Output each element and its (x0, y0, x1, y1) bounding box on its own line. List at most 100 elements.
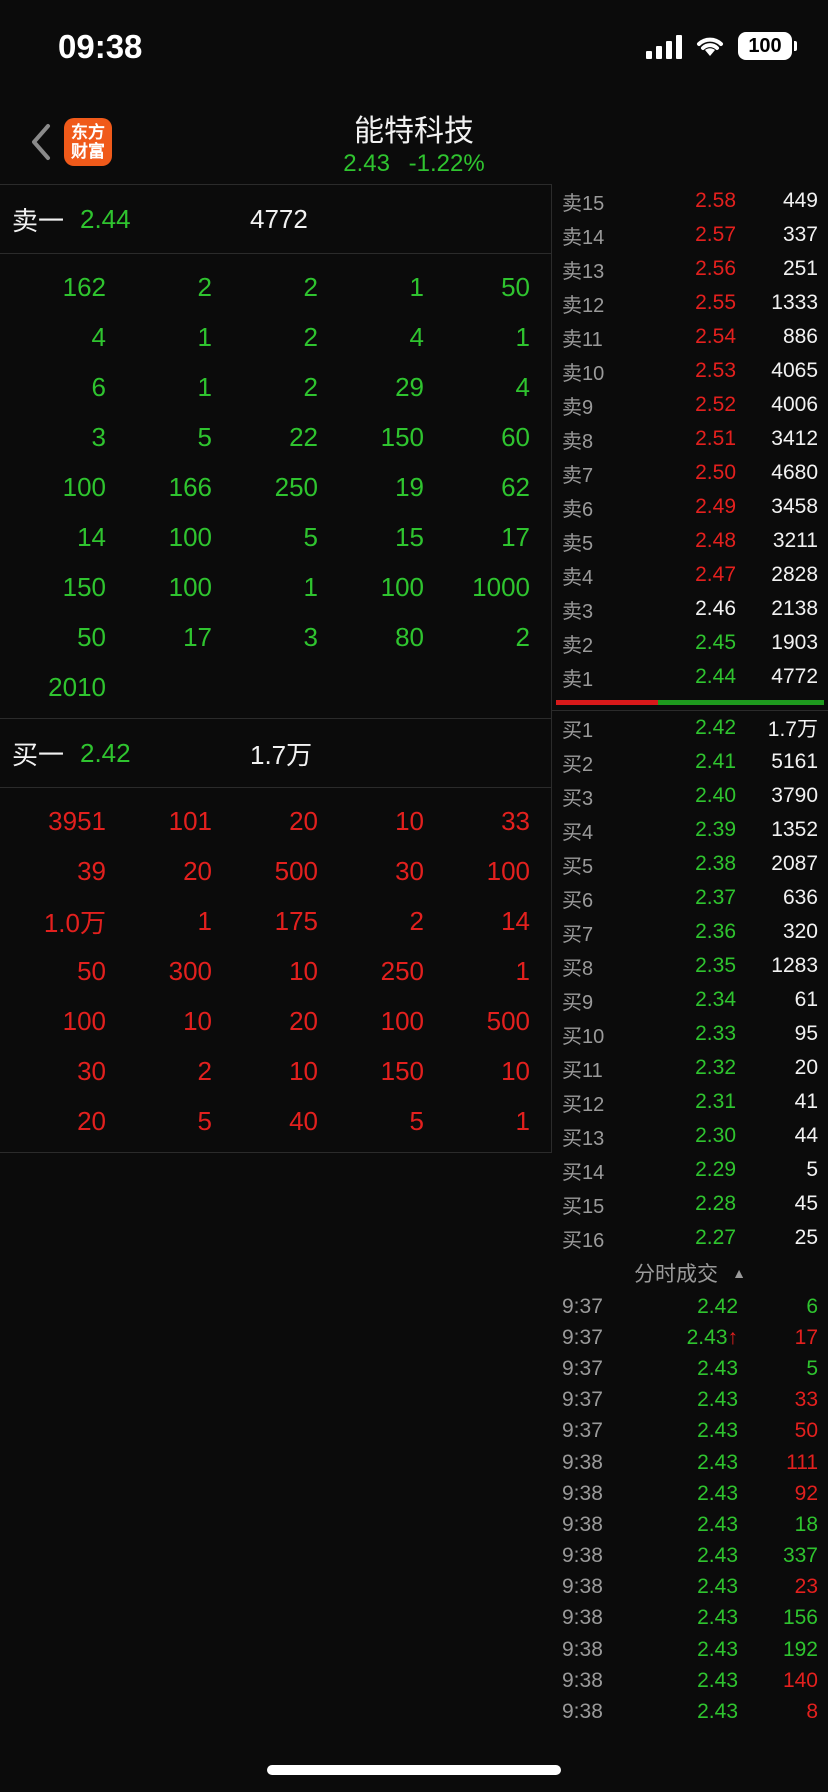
bid-level-row: 买16 2.27 25 (552, 1221, 828, 1255)
ask-level-label: 卖8 (562, 430, 594, 453)
ask-order-cell: 17 (501, 521, 530, 552)
bid-level-volume: 5 (806, 1158, 818, 1181)
ask-level-volume: 3412 (771, 427, 818, 450)
ask-order-row: 50 17 3 80 2 (0, 612, 551, 662)
bid1-volume: 1.7万 (250, 739, 313, 770)
tick-price: 2.43 (697, 1450, 738, 1474)
bid-ask-ratio-bar (552, 696, 828, 708)
bid-order-cell: 20 (77, 1105, 106, 1136)
ticks-toggle[interactable]: 分时成交 ▲ (552, 1255, 828, 1291)
bid-level-price: 2.28 (695, 1192, 736, 1215)
ask-order-cell: 2010 (48, 671, 106, 702)
ask-level-price: 2.46 (695, 597, 736, 620)
tick-row: 9:37 2.43 50 (552, 1416, 828, 1447)
ask-order-cell: 22 (289, 421, 318, 452)
bid-level-price: 2.36 (695, 920, 736, 943)
bid-level-label: 买1 (562, 719, 594, 742)
bid-order-row: 20 5 40 5 1 (0, 1096, 551, 1146)
tick-time: 9:38 (562, 1637, 603, 1661)
ask-level-price: 2.50 (695, 461, 736, 484)
tick-row: 9:37 2.43 5 (552, 1353, 828, 1384)
ask-order-cell: 19 (395, 471, 424, 502)
bid-order-cell: 500 (274, 855, 318, 886)
bid-order-cell: 2 (197, 1055, 212, 1086)
ask-level-volume: 4772 (771, 665, 818, 688)
ask-level-row: 卖15 2.58 449 (552, 184, 828, 218)
tick-price: 2.43 (697, 1356, 738, 1380)
ask-order-cell: 3 (303, 621, 318, 652)
bid-order-cell: 2 (409, 905, 424, 936)
ask-level-price: 2.49 (695, 495, 736, 518)
tick-time: 9:38 (562, 1481, 603, 1505)
bid-order-cell: 1 (197, 905, 212, 936)
bid-order-cell: 500 (486, 1005, 530, 1036)
app-logo[interactable]: 东方 财富 (64, 118, 112, 166)
bid1-label: 买一 (12, 739, 65, 770)
tick-price: 2.43 (697, 1388, 738, 1412)
ask-level-row: 卖2 2.45 1903 (552, 626, 828, 660)
ask-order-cell: 1 (197, 371, 212, 402)
ask-order-cell: 15 (395, 521, 424, 552)
tick-time: 9:38 (562, 1450, 603, 1474)
bid-level-row: 买11 2.32 20 (552, 1051, 828, 1085)
ask-level-label: 卖6 (562, 498, 594, 521)
ask-order-row: 150 100 1 100 1000 (0, 562, 551, 612)
bid-level-row: 买10 2.33 95 (552, 1017, 828, 1051)
bid-order-cell: 14 (501, 905, 530, 936)
ask-order-cell: 250 (274, 471, 318, 502)
bid-level-volume: 61 (794, 988, 818, 1011)
bid1-summary: 买一 2.42 1.7万 (0, 719, 552, 788)
tick-price: 2.43 (697, 1512, 738, 1536)
bid-level-volume: 3790 (771, 784, 818, 807)
tick-price: 2.43 (697, 1419, 738, 1443)
ask-level-row: 卖9 2.52 4006 (552, 388, 828, 422)
ask-order-cell: 60 (501, 421, 530, 452)
tick-price: 2.42 (697, 1294, 738, 1318)
tick-price: 2.43↑ (648, 1326, 748, 1350)
ask-order-cell: 4 (91, 321, 106, 352)
bid-order-cell: 100 (486, 855, 530, 886)
ask-level-row: 卖5 2.48 3211 (552, 524, 828, 558)
home-indicator[interactable] (267, 1765, 561, 1775)
ask-order-cell: 5 (303, 521, 318, 552)
bid-level-row: 买14 2.29 5 (552, 1153, 828, 1187)
ask-order-cell: 1 (515, 321, 530, 352)
bid-level-row: 买3 2.40 3790 (552, 779, 828, 813)
tick-time: 9:37 (562, 1356, 603, 1380)
bid-level-volume: 25 (794, 1226, 818, 1249)
ask-order-cell: 166 (168, 471, 212, 502)
back-arrow-icon[interactable] (22, 120, 62, 164)
bid-level-label: 买16 (562, 1229, 605, 1252)
ask-level-row: 卖7 2.50 4680 (552, 456, 828, 490)
ask-level-row: 卖12 2.55 1333 (552, 286, 828, 320)
bid-level-price: 2.29 (695, 1158, 736, 1181)
bid-level-row: 买4 2.39 1352 (552, 813, 828, 847)
bid-order-cell: 39 (77, 855, 106, 886)
bid-ratio-fill (658, 699, 824, 705)
bid-order-cell: 150 (380, 1055, 424, 1086)
bid-order-cell: 20 (289, 805, 318, 836)
ask-order-row: 100 166 250 19 62 (0, 462, 551, 512)
tick-list[interactable]: 9:37 2.42 6 9:37 2.43↑ 17 9:37 2.43 5 9:37 2.43 33 9… (552, 1291, 828, 1728)
bid-order-cell: 10 (289, 1055, 318, 1086)
tick-row: 9:38 2.43 23 (552, 1572, 828, 1603)
ask-order-cell: 2 (197, 271, 212, 302)
tick-time: 9:37 (562, 1294, 603, 1318)
bid-level-price: 2.40 (695, 784, 736, 807)
ask-order-cell: 80 (395, 621, 424, 652)
ask-level-price: 2.52 (695, 393, 736, 416)
ask-order-cell: 1000 (472, 571, 530, 602)
bid-order-row: 100 10 20 100 500 (0, 996, 551, 1046)
bid-order-cell: 3951 (48, 805, 106, 836)
tick-price-value: 2.43 (686, 1325, 728, 1349)
tick-row: 9:37 2.43↑ 17 (552, 1322, 828, 1353)
ask-level-volume: 4680 (771, 461, 818, 484)
tick-row: 9:38 2.43 92 (552, 1478, 828, 1509)
bid-level-row: 买7 2.36 320 (552, 915, 828, 949)
bid-level-price: 2.34 (695, 988, 736, 1011)
bid-level-label: 买10 (562, 1025, 605, 1048)
ask-order-cell: 162 (62, 271, 106, 302)
ask-level-label: 卖9 (562, 396, 594, 419)
bid-level-label: 买8 (562, 957, 594, 980)
ask-level-label: 卖11 (562, 328, 603, 351)
